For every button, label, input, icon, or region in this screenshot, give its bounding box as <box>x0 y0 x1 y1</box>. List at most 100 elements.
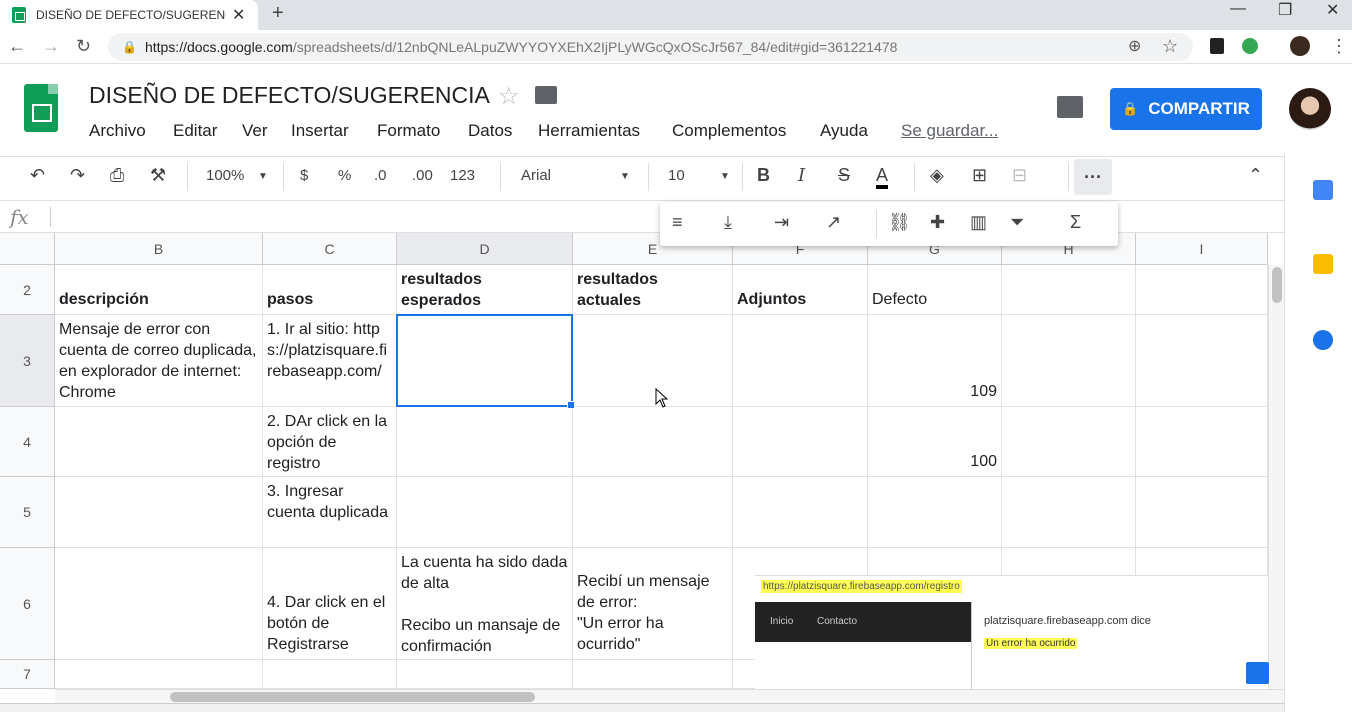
row-header[interactable]: 2 <box>0 265 55 315</box>
print-icon[interactable]: ⎙ <box>110 165 124 186</box>
cell-e2[interactable]: resultados actuales <box>573 265 733 315</box>
cell-e5[interactable] <box>573 477 733 548</box>
cell-d2[interactable]: resultados esperados <box>397 265 573 315</box>
row-header[interactable]: 4 <box>0 407 55 477</box>
cell-b3[interactable]: Mensaje de error con cuenta de correo du… <box>55 315 263 407</box>
cell-c2[interactable]: pasos <box>263 265 397 315</box>
tab-close-icon[interactable]: ✕ <box>232 5 245 25</box>
strikethrough-button[interactable]: S <box>838 165 850 186</box>
italic-button[interactable]: I <box>798 165 805 186</box>
cell-d4[interactable] <box>397 407 573 477</box>
decrease-decimal-button[interactable]: .0 <box>374 167 387 184</box>
zoom-icon[interactable]: ⊕ <box>1128 36 1141 56</box>
filter-icon[interactable]: ⏷ <box>1010 212 1024 233</box>
document-title[interactable]: DISEÑO DE DEFECTO/SUGERENCIA <box>89 82 490 109</box>
menu-complementos[interactable]: Complementos <box>672 121 786 141</box>
cell-c4[interactable]: 2. DAr click en la opción de registro <box>263 407 397 477</box>
text-wrap-icon[interactable]: ⇥ <box>774 212 789 233</box>
text-color-button[interactable]: A <box>876 165 889 189</box>
undo-icon[interactable]: ↶ <box>30 165 45 186</box>
menu-herramientas[interactable]: Herramientas <box>538 121 640 141</box>
reload-icon[interactable]: ↻ <box>76 36 91 57</box>
cell-e7[interactable] <box>573 660 733 689</box>
font-select[interactable]: Arial <box>521 167 551 184</box>
menu-archivo[interactable]: Archivo <box>89 121 146 141</box>
url-input[interactable]: 🔒 https://docs.google.com/spreadsheets/d… <box>108 33 1193 61</box>
cell-d5[interactable] <box>397 477 573 548</box>
menu-insertar[interactable]: Insertar <box>291 121 349 141</box>
align-vertical-icon[interactable]: ⤓ <box>724 212 732 233</box>
column-header[interactable]: D <box>397 233 573 265</box>
insert-chart-icon[interactable]: ▥ <box>970 212 987 233</box>
folder-icon[interactable] <box>535 86 557 104</box>
cell-f3[interactable] <box>733 315 868 407</box>
column-header[interactable]: I <box>1136 233 1268 265</box>
cell-h5[interactable] <box>1002 477 1136 548</box>
sheet-tabs-bar[interactable] <box>0 703 1284 712</box>
zoom-select[interactable]: 100% <box>206 167 244 184</box>
row-header[interactable]: 5 <box>0 477 55 548</box>
cell-g5[interactable] <box>868 477 1002 548</box>
bookmark-star-icon[interactable]: ☆ <box>1162 36 1178 57</box>
back-icon[interactable]: ← <box>8 36 26 57</box>
cell-f5[interactable] <box>733 477 868 548</box>
chevron-down-icon[interactable]: ▼ <box>720 171 730 182</box>
cell-d6[interactable]: La cuenta ha sido dada de alta Recibo un… <box>397 548 573 660</box>
star-icon[interactable]: ☆ <box>498 82 520 111</box>
share-button[interactable]: 🔒 COMPARTIR <box>1110 88 1262 130</box>
cell-i2[interactable] <box>1136 265 1268 315</box>
extension-icon[interactable] <box>1210 38 1224 54</box>
cell-i5[interactable] <box>1136 477 1268 548</box>
cell-b5[interactable] <box>55 477 263 548</box>
cell-h4[interactable] <box>1002 407 1136 477</box>
chevron-down-icon[interactable]: ▼ <box>620 171 630 182</box>
insert-comment-icon[interactable]: ✚ <box>930 212 945 233</box>
browser-tab[interactable]: DISEÑO DE DEFECTO/SUGERENC ✕ <box>0 0 258 30</box>
menu-ayuda[interactable]: Ayuda <box>820 121 868 141</box>
cell-h3[interactable] <box>1002 315 1136 407</box>
column-header[interactable]: C <box>263 233 397 265</box>
link-icon[interactable]: ⛓ <box>888 212 911 233</box>
cell-e4[interactable] <box>573 407 733 477</box>
cell-c6[interactable]: 4. Dar click en el botón de Registrarse <box>263 548 397 660</box>
align-horizontal-icon[interactable]: ≡ <box>672 212 683 233</box>
row-header[interactable]: 7 <box>0 660 55 689</box>
corner-header[interactable] <box>0 233 55 265</box>
menu-formato[interactable]: Formato <box>377 121 440 141</box>
cell-i4[interactable] <box>1136 407 1268 477</box>
increase-decimal-button[interactable]: .00 <box>412 167 433 184</box>
horizontal-scroll-thumb[interactable] <box>170 692 535 702</box>
cell-b2[interactable]: descripción <box>55 265 263 315</box>
browser-menu-icon[interactable]: ⋮ <box>1330 36 1348 57</box>
number-format-select[interactable]: 123 <box>450 167 475 184</box>
cell-f2[interactable]: Adjuntos <box>733 265 868 315</box>
cell-b7[interactable] <box>55 660 263 689</box>
cell-b4[interactable] <box>55 407 263 477</box>
cell-g4[interactable]: 100 <box>868 407 1002 477</box>
cell-i3[interactable] <box>1136 315 1268 407</box>
cell-h2[interactable] <box>1002 265 1136 315</box>
horizontal-scrollbar[interactable] <box>55 689 1284 703</box>
new-tab-icon[interactable]: + <box>272 2 284 25</box>
cell-d7[interactable] <box>397 660 573 689</box>
vertical-scroll-thumb[interactable] <box>1272 267 1282 303</box>
save-status[interactable]: Se guardar... <box>901 121 998 141</box>
font-size-select[interactable]: 10 <box>668 167 685 184</box>
comments-icon[interactable] <box>1057 96 1083 118</box>
cell-c7[interactable] <box>263 660 397 689</box>
keep-icon[interactable] <box>1313 254 1333 274</box>
sheets-logo[interactable] <box>24 84 58 132</box>
cell-c3[interactable]: 1. Ir al sitio: https://platzisquare.fir… <box>263 315 397 407</box>
grammar-extension-icon[interactable] <box>1242 38 1258 54</box>
more-tools-button[interactable]: ··· <box>1074 159 1112 195</box>
tasks-icon[interactable] <box>1313 330 1333 350</box>
cell-e3[interactable] <box>573 315 733 407</box>
window-close-icon[interactable]: ✕ <box>1326 0 1339 20</box>
functions-icon[interactable]: Σ <box>1070 212 1081 233</box>
currency-button[interactable]: $ <box>300 167 308 184</box>
cell-f4[interactable] <box>733 407 868 477</box>
cell-b6[interactable] <box>55 548 263 660</box>
restore-icon[interactable]: ❐ <box>1278 0 1292 20</box>
account-avatar[interactable] <box>1289 88 1331 130</box>
forward-icon[interactable]: → <box>42 36 60 57</box>
